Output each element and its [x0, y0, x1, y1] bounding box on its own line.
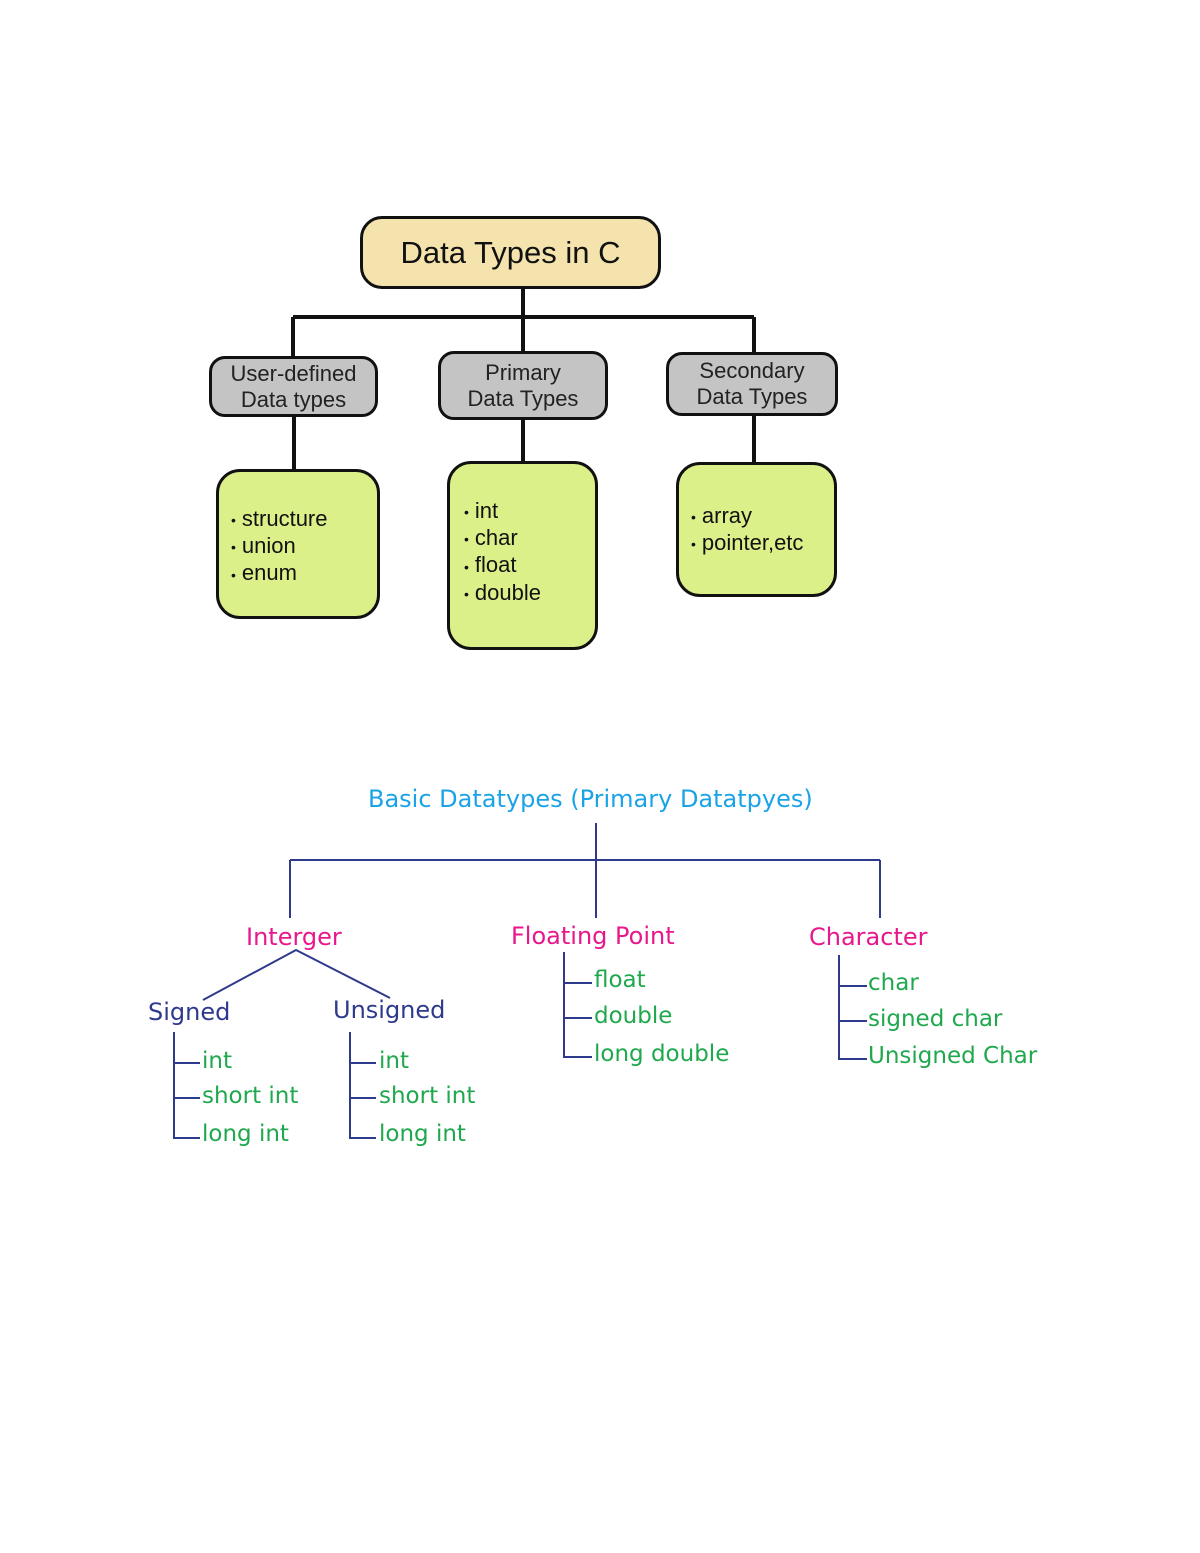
category-label-line1: Secondary: [699, 358, 805, 383]
list-item: int: [202, 1048, 232, 1074]
diagram2-title: Basic Datatypes (Primary Datatpyes): [368, 785, 813, 813]
list-item: union: [231, 533, 377, 560]
subcategory-signed: Signed: [148, 998, 231, 1026]
category-label-line2: Data types: [240, 386, 347, 412]
root-label: Data Types in C: [400, 234, 621, 270]
list-item: structure: [231, 506, 377, 533]
list-item: pointer,etc: [691, 530, 834, 557]
list-item: long int: [379, 1121, 466, 1147]
category-secondary: Secondary Data Types: [666, 352, 838, 416]
category-floating-point: Floating Point: [511, 922, 675, 950]
category-primary: Primary Data Types: [438, 351, 608, 420]
leaf-secondary: array pointer,etc: [676, 462, 837, 597]
list-item: long double: [594, 1041, 730, 1067]
list-item: long int: [202, 1121, 289, 1147]
list-item: float: [594, 967, 646, 993]
root-node: Data Types in C: [360, 216, 661, 289]
list-item: double: [594, 1003, 673, 1029]
list-item: int: [379, 1048, 409, 1074]
list-item: int: [464, 498, 595, 525]
list-item: short int: [379, 1083, 476, 1109]
category-character: Character: [809, 923, 928, 951]
list-item: double: [464, 580, 595, 607]
category-user-defined: User-defined Data types: [209, 356, 378, 417]
list-item: signed char: [868, 1006, 1003, 1032]
leaf-primary: int char float double: [447, 461, 598, 650]
list-item: Unsigned Char: [868, 1043, 1038, 1069]
category-label-line2: Data Types: [696, 384, 808, 409]
leaf-user-defined: structure union enum: [216, 469, 380, 619]
category-label-line1: User-defined: [230, 360, 357, 386]
list-item: char: [464, 525, 595, 552]
list-item: enum: [231, 560, 377, 587]
list-item: short int: [202, 1083, 299, 1109]
list-item: char: [868, 970, 919, 996]
list-item: float: [464, 552, 595, 579]
list-item: array: [691, 503, 834, 530]
category-integer: Interger: [246, 923, 342, 951]
category-label-line1: Primary: [485, 359, 561, 385]
subcategory-unsigned: Unsigned: [333, 996, 446, 1024]
category-label-line2: Data Types: [467, 385, 579, 411]
